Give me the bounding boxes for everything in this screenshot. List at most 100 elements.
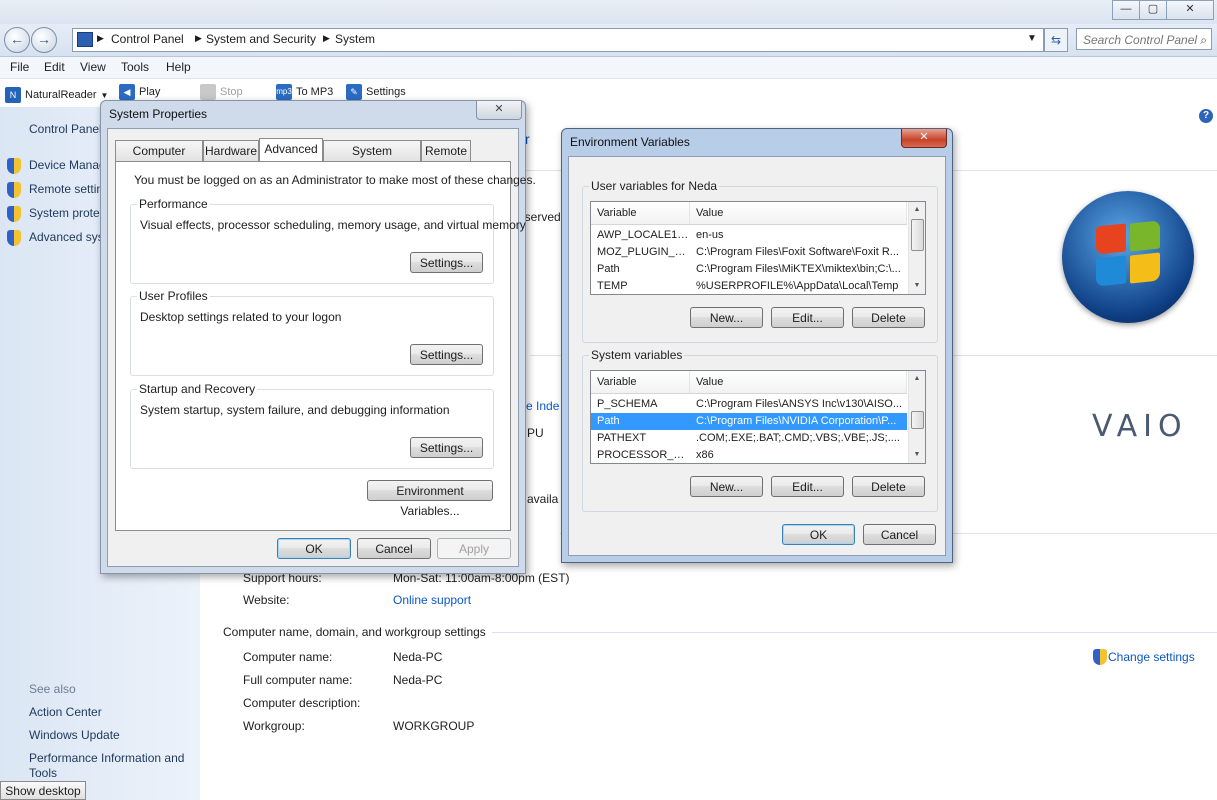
pen-touch-fragment: availa <box>527 492 559 506</box>
user-new-button[interactable]: New... <box>690 307 763 328</box>
system-properties-ok-button[interactable]: OK <box>277 538 351 559</box>
breadcrumb-control-panel[interactable]: Control Panel <box>111 32 184 46</box>
vaio-logo: VAIO <box>1092 409 1188 444</box>
environment-cancel-button[interactable]: Cancel <box>863 524 936 545</box>
full-computer-name-value: Neda-PC <box>393 673 443 687</box>
system-variables-group: System variables Variable Value P_SCHEMA… <box>582 348 938 512</box>
minimize-button[interactable]: — <box>1112 0 1140 20</box>
action-center-link[interactable]: Action Center <box>29 705 102 719</box>
naturalreader-label: NaturalReader <box>25 89 97 101</box>
address-bar[interactable]: ▶ Control Panel ▶ System and Security ▶ … <box>72 28 1044 52</box>
dropdown-arrow-icon: ▼ <box>100 90 109 100</box>
menu-view[interactable]: View <box>80 60 106 74</box>
user-profiles-settings-button[interactable]: Settings... <box>410 344 483 365</box>
breadcrumb-system[interactable]: System <box>335 32 375 46</box>
list-item[interactable]: AWP_LOCALE130 en-us <box>591 227 907 244</box>
control-panel-icon <box>77 32 93 47</box>
system-protection-link[interactable]: System prote <box>29 206 100 220</box>
list-item[interactable]: Path C:\Program Files\MiKTEX\miktex\bin;… <box>591 261 907 278</box>
naturalreader-button[interactable]: N NaturalReader ▼ <box>5 87 108 103</box>
list-header: Variable Value <box>591 371 907 394</box>
tab-system-protection[interactable]: System Protection <box>323 140 421 178</box>
tab-computer-name[interactable]: Computer Name <box>115 140 203 178</box>
scroll-thumb[interactable] <box>911 219 924 251</box>
system-delete-button[interactable]: Delete <box>852 476 925 497</box>
stop-button[interactable]: Stop <box>200 84 243 100</box>
tab-hardware[interactable]: Hardware <box>203 140 259 161</box>
search-icon[interactable]: ⌕ <box>1200 29 1207 51</box>
variable-cell: PROCESSOR_A... <box>597 449 689 461</box>
variable-cell: MOZ_PLUGIN_P... <box>597 246 689 258</box>
help-icon[interactable]: ? <box>1199 109 1213 123</box>
show-desktop-button[interactable]: Show desktop <box>0 781 86 800</box>
online-support-link[interactable]: Online support <box>393 593 471 607</box>
performance-information-link[interactable]: Performance Information and Tools <box>29 751 194 781</box>
system-properties-cancel-button[interactable]: Cancel <box>357 538 431 559</box>
list-item[interactable]: PROCESSOR_A... x86 <box>591 447 907 463</box>
environment-ok-button[interactable]: OK <box>782 524 855 545</box>
list-item-selected[interactable]: Path C:\Program Files\NVIDIA Corporation… <box>591 413 907 430</box>
variable-column-header[interactable]: Variable <box>591 202 690 224</box>
address-dropdown-icon[interactable]: ▼ <box>1027 33 1037 44</box>
menu-help[interactable]: Help <box>166 60 191 74</box>
system-variables-title: System variables <box>589 348 685 362</box>
list-item[interactable]: P_SCHEMA C:\Program Files\ANSYS Inc\v130… <box>591 396 907 413</box>
variable-cell: AWP_LOCALE130 <box>597 229 689 241</box>
system-properties-close-button[interactable]: ✕ <box>476 101 522 120</box>
environment-variables-close-button[interactable]: ✕ <box>901 129 947 148</box>
tab-remote[interactable]: Remote <box>421 140 471 161</box>
play-button[interactable]: ◀ Play <box>119 84 160 100</box>
user-variables-list[interactable]: Variable Value AWP_LOCALE130 en-us MOZ_P… <box>590 201 926 295</box>
system-properties-apply-button[interactable]: Apply <box>437 538 511 559</box>
scroll-up-icon[interactable]: ▲ <box>909 202 925 218</box>
environment-variables-button[interactable]: Environment Variables... <box>367 480 493 518</box>
maximize-button[interactable]: ▢ <box>1139 0 1167 20</box>
user-profiles-group: User Profiles Desktop settings related t… <box>130 289 494 376</box>
user-edit-button[interactable]: Edit... <box>771 307 844 328</box>
windows-update-link[interactable]: Windows Update <box>29 728 120 742</box>
scroll-up-icon[interactable]: ▲ <box>909 371 925 387</box>
naturalreader-icon: N <box>5 87 21 103</box>
system-edit-button[interactable]: Edit... <box>771 476 844 497</box>
close-icon: ✕ <box>919 131 929 143</box>
value-column-header[interactable]: Value <box>690 371 907 393</box>
list-item[interactable]: MOZ_PLUGIN_P... C:\Program Files\Foxit S… <box>591 244 907 261</box>
change-settings-link[interactable]: Change settings <box>1108 650 1195 664</box>
performance-title: Performance <box>137 197 210 211</box>
startup-recovery-settings-button[interactable]: Settings... <box>410 437 483 458</box>
user-list-scrollbar[interactable]: ▲ ▼ <box>908 202 925 294</box>
user-delete-button[interactable]: Delete <box>852 307 925 328</box>
user-profiles-description: Desktop settings related to your logon <box>140 310 342 324</box>
settings-button[interactable]: ✎ Settings <box>346 84 406 100</box>
variable-cell: TEMP <box>597 280 628 292</box>
window-close-button[interactable]: ✕ <box>1166 0 1214 20</box>
forward-button[interactable]: → <box>31 27 57 53</box>
processor-fragment: PU <box>527 426 544 440</box>
breadcrumb-system-security[interactable]: System and Security <box>206 32 316 46</box>
list-item[interactable]: TEMP %USERPROFILE%\AppData\Local\Temp <box>591 278 907 294</box>
tab-advanced[interactable]: Advanced <box>259 138 323 161</box>
menu-file[interactable]: File <box>10 60 29 74</box>
device-manager-link[interactable]: Device Manag <box>29 158 106 172</box>
scroll-down-icon[interactable]: ▼ <box>909 278 925 294</box>
list-item[interactable]: PATHEXT .COM;.EXE;.BAT;.CMD;.VBS;.VBE;.J… <box>591 430 907 447</box>
to-mp3-button[interactable]: mp3 To MP3 <box>276 84 333 100</box>
scroll-down-icon[interactable]: ▼ <box>909 447 925 463</box>
variable-column-header[interactable]: Variable <box>591 371 690 393</box>
settings-label: Settings <box>366 86 406 98</box>
search-input[interactable]: Search Control Panel ⌕ <box>1076 28 1212 50</box>
system-list-scrollbar[interactable]: ▲ ▼ <box>908 371 925 463</box>
system-new-button[interactable]: New... <box>690 476 763 497</box>
control-panel-home-link[interactable]: Control Panel <box>29 122 102 136</box>
system-variables-list[interactable]: Variable Value P_SCHEMA C:\Program Files… <box>590 370 926 464</box>
advanced-system-settings-link[interactable]: Advanced sys <box>29 230 104 244</box>
variable-cell: Path <box>597 415 620 427</box>
performance-settings-button[interactable]: Settings... <box>410 252 483 273</box>
refresh-icon[interactable]: ⇆ <box>1044 28 1068 52</box>
back-button[interactable]: ← <box>4 27 30 53</box>
scroll-thumb[interactable] <box>911 411 924 429</box>
value-column-header[interactable]: Value <box>690 202 907 224</box>
menu-tools[interactable]: Tools <box>121 60 149 74</box>
menu-edit[interactable]: Edit <box>44 60 65 74</box>
remote-settings-link[interactable]: Remote settin <box>29 182 103 196</box>
